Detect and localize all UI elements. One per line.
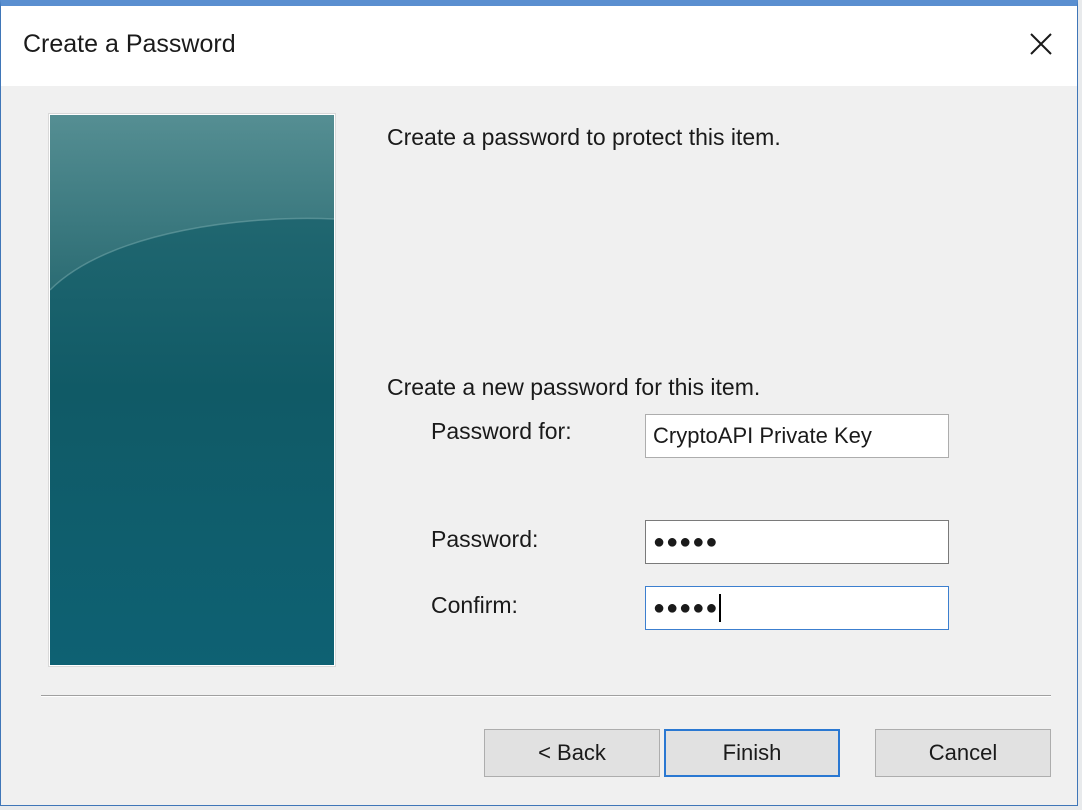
section-heading: Create a new password for this item. <box>387 374 761 400</box>
password-for-field[interactable]: CryptoAPI Private Key <box>645 414 949 458</box>
password-for-label: Password for: <box>431 418 572 444</box>
create-password-dialog: Create a Password Create a password to p… <box>0 0 1078 806</box>
finish-button[interactable]: Finish <box>664 729 840 777</box>
confirm-label: Confirm: <box>431 592 518 618</box>
button-divider <box>41 695 1051 697</box>
password-input[interactable]: ●●●●● <box>645 520 949 564</box>
close-button[interactable] <box>1013 18 1069 70</box>
title-bar: Create a Password <box>1 6 1077 86</box>
back-button[interactable]: < Back <box>484 729 660 777</box>
confirm-password-input[interactable]: ●●●●● <box>645 586 949 630</box>
intro-text: Create a password to protect this item. <box>387 124 781 150</box>
close-icon <box>1029 32 1053 56</box>
cancel-button[interactable]: Cancel <box>875 729 1051 777</box>
password-label: Password: <box>431 526 539 552</box>
dialog-title: Create a Password <box>23 30 236 58</box>
wizard-side-banner <box>49 114 335 666</box>
password-for-value: CryptoAPI Private Key <box>653 423 872 448</box>
text-caret <box>719 594 722 622</box>
password-masked-value: ●●●●● <box>653 530 719 553</box>
confirm-masked-value: ●●●●● <box>653 596 719 619</box>
